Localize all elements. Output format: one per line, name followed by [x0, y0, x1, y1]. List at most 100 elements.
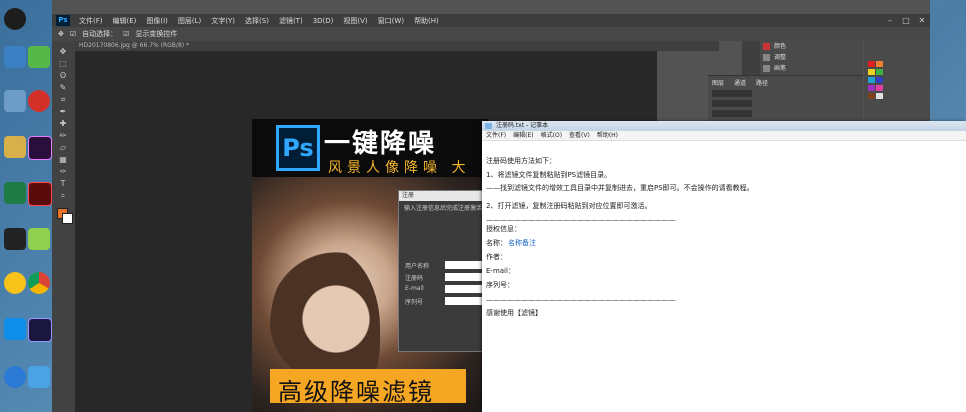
notepad-text-area[interactable]: 注册码使用方法如下： 1、将滤镜文件复制粘贴到PS滤镜目录。 ——找到滤镜文件的…: [482, 140, 966, 412]
username-input[interactable]: [445, 261, 483, 269]
notepad-menu-help[interactable]: 帮助(H): [597, 131, 618, 140]
excel-icon[interactable]: [4, 182, 26, 204]
swatch[interactable]: [876, 61, 883, 67]
swatch[interactable]: [876, 85, 883, 91]
minimize-icon[interactable]: –: [882, 16, 898, 25]
swatch[interactable]: [868, 69, 875, 75]
text-line: 授权信息：: [486, 225, 521, 233]
game-icon[interactable]: [4, 228, 26, 250]
tab-channels[interactable]: 通道: [734, 78, 746, 87]
menu-view[interactable]: 视图(V): [338, 16, 372, 26]
separator-line: ——————————————————————————————————————: [486, 216, 676, 224]
maximize-icon[interactable]: □: [898, 16, 914, 25]
after-effects-icon[interactable]: [28, 318, 52, 342]
chrome-icon[interactable]: [28, 272, 50, 294]
tab-paths[interactable]: 路径: [756, 78, 768, 87]
menu-help[interactable]: 帮助(H): [409, 16, 444, 26]
swatch[interactable]: [868, 85, 875, 91]
blend-mode-select[interactable]: [712, 100, 752, 107]
pen-tool-icon[interactable]: ✑: [56, 167, 70, 176]
adjust-icon: [763, 54, 770, 61]
brush-icon: [763, 65, 770, 72]
document-tab[interactable]: HD20170806.jpg @ 66.7% (RGB/8) *: [75, 41, 719, 51]
menu-image[interactable]: 图像(I): [141, 16, 173, 26]
menu-file[interactable]: 文件(F): [74, 16, 108, 26]
opacity-field[interactable]: [712, 110, 752, 117]
marquee-tool-icon[interactable]: ⬚: [56, 59, 70, 68]
computer-icon[interactable]: [4, 46, 26, 68]
artwork-banner: 高级降噪滤镜: [270, 369, 466, 406]
app-icon[interactable]: [4, 272, 26, 294]
menu-window[interactable]: 窗口(W): [373, 16, 409, 26]
artwork-title: 一键降噪: [324, 129, 437, 159]
menu-filter[interactable]: 滤镜(T): [274, 16, 308, 26]
ie-icon[interactable]: [4, 366, 26, 388]
quick-select-tool-icon[interactable]: ✎: [56, 83, 70, 92]
dialog-title: 注册: [399, 191, 485, 201]
android-icon[interactable]: [28, 228, 50, 250]
eyedropper-tool-icon[interactable]: ✒: [56, 107, 70, 116]
notepad-menu-view[interactable]: 查看(V): [569, 131, 590, 140]
menu-layer[interactable]: 图层(L): [173, 16, 206, 26]
field-label: 用户名称: [405, 263, 430, 270]
tools-panel: ✥ ⬚ ʘ ✎ ⌗ ✒ ✚ ✏ ▱ ▦ ✑ T ⌕: [52, 41, 75, 412]
swatch[interactable]: [868, 77, 875, 83]
swatch[interactable]: [876, 69, 883, 75]
teamviewer-icon[interactable]: [4, 318, 26, 340]
gradient-tool-icon[interactable]: ▦: [56, 155, 70, 164]
eraser-tool-icon[interactable]: ▱: [56, 143, 70, 152]
show-transform-checkbox[interactable]: ☑: [123, 30, 129, 38]
move-tool-icon[interactable]: ✥: [58, 30, 64, 38]
recycle-bin-icon[interactable]: [4, 90, 26, 112]
type-tool-icon[interactable]: T: [56, 179, 70, 188]
media-player-icon[interactable]: [28, 46, 50, 68]
field-label: 序列号: [405, 299, 424, 306]
text-line: 感谢使用【滤镜】: [486, 309, 542, 317]
panel-item-color[interactable]: 颜色: [760, 41, 863, 52]
panel-item-brush[interactable]: 画笔: [760, 63, 863, 74]
swatch[interactable]: [868, 93, 875, 99]
brush-tool-icon[interactable]: ✏: [56, 131, 70, 140]
desktop-icon-column: [0, 0, 52, 412]
swatches-panel: [864, 41, 930, 121]
notepad-menu-edit[interactable]: 编辑(E): [513, 131, 533, 140]
folder-icon[interactable]: [4, 136, 26, 158]
background-color-swatch[interactable]: [62, 213, 73, 224]
notepad-menu-format[interactable]: 格式(O): [541, 131, 562, 140]
color-icon: [763, 43, 770, 50]
acrobat-icon[interactable]: [28, 182, 52, 206]
swatch[interactable]: [868, 61, 875, 67]
separator-line: ——————————————————————————————————————: [486, 296, 676, 304]
menu-type[interactable]: 文字(Y): [206, 16, 240, 26]
close-icon[interactable]: ✕: [914, 16, 930, 25]
highlighted-name: 名称备注: [508, 239, 536, 247]
serial-input[interactable]: [445, 297, 483, 305]
field-label: E-mail: [405, 285, 424, 292]
text-line: 名称：: [486, 239, 507, 247]
menu-3d[interactable]: 3D(D): [308, 17, 339, 25]
healing-tool-icon[interactable]: ✚: [56, 119, 70, 128]
swatch[interactable]: [876, 93, 883, 99]
reg-code-input[interactable]: [445, 273, 483, 281]
menu-select[interactable]: 选择(S): [240, 16, 274, 26]
swatch[interactable]: [876, 77, 883, 83]
show-transform-label: 显示变换控件: [135, 30, 178, 38]
zoom-tool-icon[interactable]: ⌕: [56, 191, 70, 200]
menu-edit[interactable]: 编辑(E): [108, 16, 142, 26]
lasso-tool-icon[interactable]: ʘ: [56, 71, 70, 80]
tab-layers[interactable]: 图层: [712, 78, 724, 87]
netease-music-icon[interactable]: [28, 90, 50, 112]
notepad-menu-file[interactable]: 文件(F): [486, 131, 506, 140]
panel-label: 画笔: [774, 65, 787, 72]
network-icon[interactable]: [28, 366, 50, 388]
layer-kind-select[interactable]: [712, 90, 752, 97]
premiere-icon[interactable]: [28, 136, 52, 160]
email-input[interactable]: [445, 285, 483, 293]
auto-select-checkbox[interactable]: ☑: [70, 30, 76, 38]
qq-icon[interactable]: [4, 8, 26, 30]
panel-item-adjust[interactable]: 调整: [760, 52, 863, 63]
auto-select-label: 自动选择：: [82, 30, 118, 38]
text-line: 2、打开滤镜，复制注册码粘贴到对应位置即可激活。: [486, 202, 652, 210]
move-tool-icon[interactable]: ✥: [56, 47, 70, 56]
crop-tool-icon[interactable]: ⌗: [56, 95, 70, 104]
